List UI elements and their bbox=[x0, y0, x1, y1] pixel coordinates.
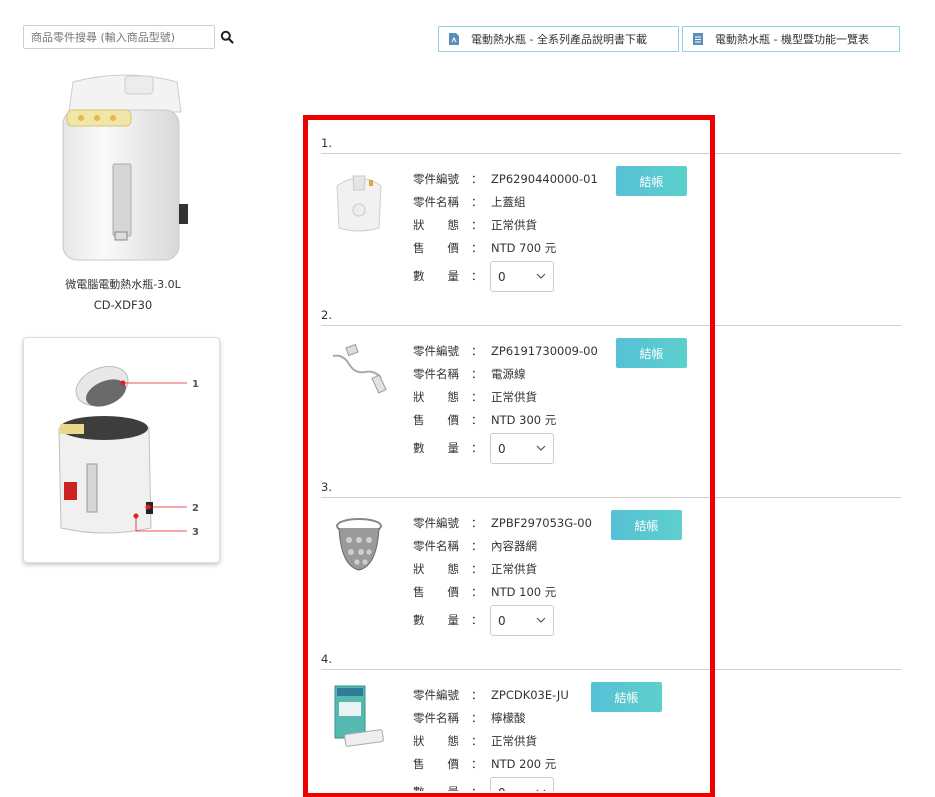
quantity-select[interactable]: 0 bbox=[490, 777, 554, 791]
checkout-button[interactable]: 結帳 bbox=[591, 682, 662, 712]
power-cord-image bbox=[332, 343, 387, 394]
part-name-value: 上蓋組 bbox=[491, 195, 526, 209]
part-price-value: NTD 300 元 bbox=[491, 413, 557, 427]
part-item: 3. 零件編號： ZPBF297053G-00 零件名稱：內容器網 狀 態：正常供… bbox=[321, 480, 901, 652]
checkout-button[interactable]: 結帳 bbox=[616, 166, 687, 196]
part-price-label: 售 價 bbox=[413, 757, 459, 771]
part-number-value: ZPCDK03E-JU bbox=[491, 688, 569, 702]
thermo-pot-product-image bbox=[62, 74, 188, 261]
part-index: 2. bbox=[321, 308, 332, 322]
document-icon bbox=[693, 33, 703, 45]
quantity-value: 0 bbox=[498, 614, 506, 628]
search-input[interactable] bbox=[23, 25, 215, 49]
part-name-label: 零件名稱 bbox=[413, 195, 459, 209]
part-item: 2. 零件編號： ZP6191730009-00 零件名稱：電源線 狀 態：正常供… bbox=[321, 308, 901, 480]
checkout-button[interactable]: 結帳 bbox=[611, 510, 682, 540]
part-divider bbox=[321, 153, 901, 154]
callout-2: 2 bbox=[192, 503, 199, 514]
manual-download-button[interactable]: 電動熱水瓶 - 全系列產品說明書下載 bbox=[438, 26, 679, 52]
part-number-value: ZP6290440000-01 bbox=[491, 172, 598, 186]
quantity-value: 0 bbox=[498, 786, 506, 791]
part-price-value: NTD 200 元 bbox=[491, 757, 557, 771]
part-divider bbox=[321, 325, 901, 326]
part-number-value: ZP6191730009-00 bbox=[491, 344, 598, 358]
part-qty-label: 數 量 bbox=[413, 441, 459, 455]
citric-acid-image bbox=[334, 685, 384, 747]
part-name-label: 零件名稱 bbox=[413, 711, 459, 725]
manual-download-label: 電動熱水瓶 - 全系列產品說明書下載 bbox=[471, 33, 647, 46]
parts-diagram-image: 1 2 3 bbox=[58, 365, 199, 538]
part-price-value: NTD 700 元 bbox=[491, 241, 557, 255]
product-name: 微電腦電動熱水瓶-3.0L bbox=[65, 278, 181, 291]
part-status-label: 狀 態 bbox=[413, 218, 459, 232]
chevron-down-icon bbox=[536, 273, 546, 279]
lid-assembly-image bbox=[336, 175, 382, 232]
part-name-label: 零件名稱 bbox=[413, 539, 459, 553]
part-item: 1. 零件編號： ZP6290440000-01 零件名稱：上蓋組 狀 態：正常供… bbox=[321, 136, 901, 308]
spec-list-button[interactable]: 電動熱水瓶 - 機型暨功能一覽表 bbox=[682, 26, 900, 52]
part-status-value: 正常供貨 bbox=[491, 734, 537, 748]
quantity-value: 0 bbox=[498, 442, 506, 456]
quantity-select[interactable]: 0 bbox=[490, 433, 554, 464]
part-status-label: 狀 態 bbox=[413, 390, 459, 404]
part-index: 3. bbox=[321, 480, 332, 494]
checkout-button[interactable]: 結帳 bbox=[616, 338, 687, 368]
chevron-down-icon bbox=[536, 789, 546, 791]
chevron-down-icon bbox=[536, 617, 546, 623]
part-price-label: 售 價 bbox=[413, 585, 459, 599]
quantity-value: 0 bbox=[498, 270, 506, 284]
inner-mesh-image bbox=[336, 518, 382, 571]
part-divider bbox=[321, 669, 901, 670]
part-name-value: 檸檬酸 bbox=[491, 711, 526, 725]
parts-list: 1. 零件編號： ZP6290440000-01 零件名稱：上蓋組 狀 態：正常供… bbox=[321, 136, 901, 791]
part-price-label: 售 價 bbox=[413, 413, 459, 427]
part-number-label: 零件編號 bbox=[413, 344, 459, 358]
spec-list-label: 電動熱水瓶 - 機型暨功能一覽表 bbox=[715, 33, 869, 46]
part-price-label: 售 價 bbox=[413, 241, 459, 255]
part-name-label: 零件名稱 bbox=[413, 367, 459, 381]
quantity-select[interactable]: 0 bbox=[490, 605, 554, 636]
part-qty-label: 數 量 bbox=[413, 269, 459, 283]
product-model: CD-XDF30 bbox=[93, 298, 153, 312]
pdf-file-icon bbox=[449, 33, 459, 45]
part-item: 4. 零件編號： ZPCDK03E-JU 零件名稱：檸檬酸 狀 態：正常供貨 售 … bbox=[321, 652, 901, 791]
part-qty-label: 數 量 bbox=[413, 613, 459, 627]
part-index: 1. bbox=[321, 136, 332, 150]
part-price-value: NTD 100 元 bbox=[491, 585, 557, 599]
parts-diagram-card[interactable]: 1 2 3 bbox=[23, 337, 220, 563]
part-status-value: 正常供貨 bbox=[491, 390, 537, 404]
part-status-label: 狀 態 bbox=[413, 734, 459, 748]
part-status-label: 狀 態 bbox=[413, 562, 459, 576]
search-icon[interactable] bbox=[220, 30, 234, 44]
chevron-down-icon bbox=[536, 445, 546, 451]
part-number-label: 零件編號 bbox=[413, 172, 459, 186]
part-name-value: 電源線 bbox=[491, 367, 526, 381]
part-name-value: 內容器網 bbox=[491, 539, 537, 553]
part-number-value: ZPBF297053G-00 bbox=[491, 516, 592, 530]
part-number-label: 零件編號 bbox=[413, 516, 459, 530]
callout-3: 3 bbox=[192, 527, 199, 538]
part-number-label: 零件編號 bbox=[413, 688, 459, 702]
part-index: 4. bbox=[321, 652, 332, 666]
quantity-select[interactable]: 0 bbox=[490, 261, 554, 292]
part-status-value: 正常供貨 bbox=[491, 218, 537, 232]
part-divider bbox=[321, 497, 901, 498]
part-qty-label: 數 量 bbox=[413, 784, 471, 791]
part-status-value: 正常供貨 bbox=[491, 562, 537, 576]
callout-1: 1 bbox=[192, 379, 199, 390]
